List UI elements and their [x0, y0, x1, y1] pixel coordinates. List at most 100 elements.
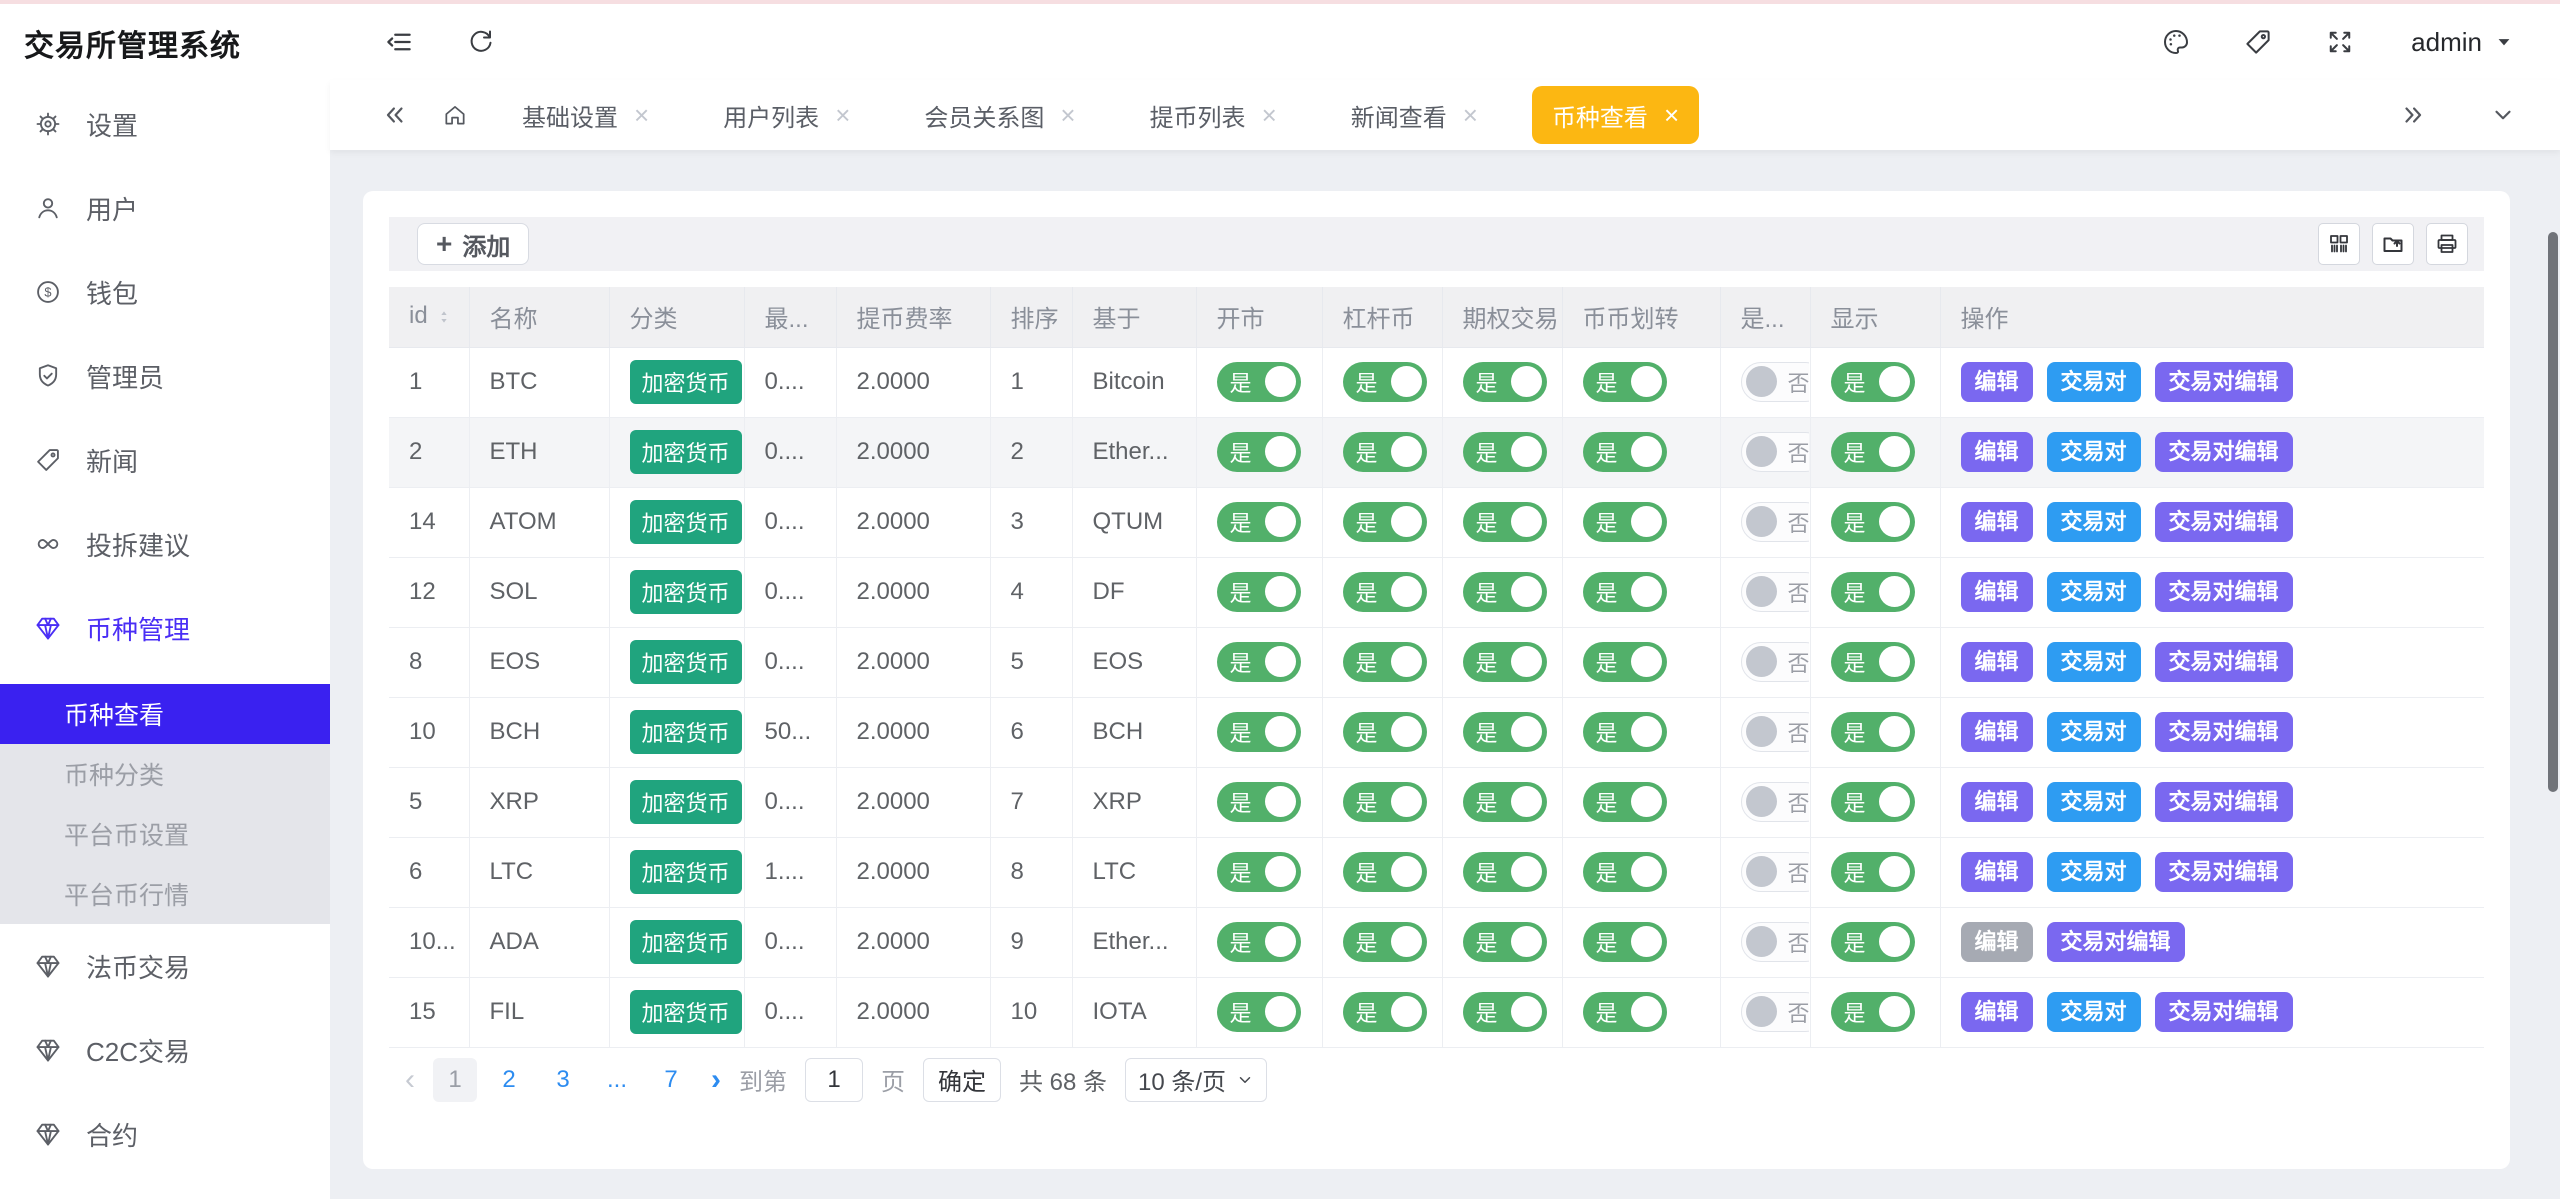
- tab-1[interactable]: 用户列表×: [703, 86, 870, 144]
- pair-button[interactable]: 交易对: [2047, 432, 2141, 472]
- open-toggle[interactable]: 是: [1217, 572, 1301, 612]
- edit-button[interactable]: 编辑: [1961, 572, 2033, 612]
- show-toggle[interactable]: 是: [1831, 712, 1915, 752]
- pair-edit-button[interactable]: 交易对编辑: [2155, 572, 2293, 612]
- sidebar-item-4[interactable]: 新闻: [0, 418, 330, 502]
- edit-button[interactable]: 编辑: [1961, 992, 2033, 1032]
- menu-fold-icon[interactable]: [384, 27, 414, 57]
- pair-button[interactable]: 交易对: [2047, 782, 2141, 822]
- is-toggle[interactable]: 否: [1741, 782, 1809, 822]
- transfer-toggle[interactable]: 是: [1583, 852, 1667, 892]
- is-toggle[interactable]: 否: [1741, 852, 1809, 892]
- open-toggle[interactable]: 是: [1217, 712, 1301, 752]
- transfer-toggle[interactable]: 是: [1583, 502, 1667, 542]
- lever-toggle[interactable]: 是: [1343, 362, 1427, 402]
- double-chevron-right-icon[interactable]: [2400, 102, 2426, 128]
- edit-button[interactable]: 编辑: [1961, 922, 2033, 962]
- open-toggle[interactable]: 是: [1217, 642, 1301, 682]
- sidebar-item-7[interactable]: 法币交易: [0, 924, 330, 1008]
- edit-button[interactable]: 编辑: [1961, 432, 2033, 472]
- sidebar-item-0[interactable]: 设置: [0, 82, 330, 166]
- option-toggle[interactable]: 是: [1463, 782, 1547, 822]
- open-toggle[interactable]: 是: [1217, 992, 1301, 1032]
- lever-toggle[interactable]: 是: [1343, 432, 1427, 472]
- is-toggle[interactable]: 否: [1741, 502, 1809, 542]
- option-toggle[interactable]: 是: [1463, 922, 1547, 962]
- tab-close-icon[interactable]: ×: [1664, 102, 1679, 128]
- pair-button[interactable]: 交易对: [2047, 852, 2141, 892]
- home-icon[interactable]: [442, 102, 468, 128]
- transfer-toggle[interactable]: 是: [1583, 642, 1667, 682]
- edit-button[interactable]: 编辑: [1961, 852, 2033, 892]
- sidebar-item-9[interactable]: 合约: [0, 1092, 330, 1176]
- tab-close-icon[interactable]: ×: [1060, 102, 1075, 128]
- page-number[interactable]: 2: [487, 1058, 531, 1102]
- prev-page-button[interactable]: ‹: [405, 1063, 415, 1097]
- page-number[interactable]: 7: [649, 1058, 693, 1102]
- show-toggle[interactable]: 是: [1831, 852, 1915, 892]
- lever-toggle[interactable]: 是: [1343, 852, 1427, 892]
- page-number-current[interactable]: 1: [433, 1058, 477, 1102]
- open-toggle[interactable]: 是: [1217, 852, 1301, 892]
- show-toggle[interactable]: 是: [1831, 502, 1915, 542]
- sidebar-subitem-0[interactable]: 币种查看: [0, 684, 330, 744]
- tab-3[interactable]: 提币列表×: [1130, 86, 1297, 144]
- column-header-id[interactable]: id: [389, 287, 469, 347]
- scrollbar-thumb[interactable]: [2548, 232, 2558, 792]
- sidebar-item-5[interactable]: 投拆建议: [0, 502, 330, 586]
- add-button[interactable]: + 添加: [417, 223, 529, 265]
- show-toggle[interactable]: 是: [1831, 922, 1915, 962]
- page-number[interactable]: 3: [541, 1058, 585, 1102]
- open-toggle[interactable]: 是: [1217, 432, 1301, 472]
- is-toggle[interactable]: 否: [1741, 432, 1809, 472]
- edit-button[interactable]: 编辑: [1961, 712, 2033, 752]
- palette-icon[interactable]: [2161, 27, 2191, 57]
- confirm-button[interactable]: 确定: [923, 1058, 1001, 1102]
- transfer-toggle[interactable]: 是: [1583, 432, 1667, 472]
- is-toggle[interactable]: 否: [1741, 992, 1809, 1032]
- transfer-toggle[interactable]: 是: [1583, 922, 1667, 962]
- lever-toggle[interactable]: 是: [1343, 642, 1427, 682]
- edit-button[interactable]: 编辑: [1961, 502, 2033, 542]
- show-toggle[interactable]: 是: [1831, 362, 1915, 402]
- tab-5-active[interactable]: 币种查看×: [1532, 86, 1699, 144]
- pair-edit-button[interactable]: 交易对编辑: [2155, 432, 2293, 472]
- show-toggle[interactable]: 是: [1831, 642, 1915, 682]
- show-toggle[interactable]: 是: [1831, 782, 1915, 822]
- sidebar-subitem-3[interactable]: 平台币行情: [0, 864, 330, 924]
- tag-icon[interactable]: [2243, 27, 2273, 57]
- edit-button[interactable]: 编辑: [1961, 642, 2033, 682]
- pair-button[interactable]: 交易对: [2047, 642, 2141, 682]
- option-toggle[interactable]: 是: [1463, 852, 1547, 892]
- transfer-toggle[interactable]: 是: [1583, 992, 1667, 1032]
- is-toggle[interactable]: 否: [1741, 362, 1809, 402]
- lever-toggle[interactable]: 是: [1343, 782, 1427, 822]
- open-toggle[interactable]: 是: [1217, 922, 1301, 962]
- tab-close-icon[interactable]: ×: [1262, 102, 1277, 128]
- pair-edit-button[interactable]: 交易对编辑: [2047, 922, 2185, 962]
- is-toggle[interactable]: 否: [1741, 572, 1809, 612]
- sidebar-subitem-2[interactable]: 平台币设置: [0, 804, 330, 864]
- show-toggle[interactable]: 是: [1831, 992, 1915, 1032]
- pair-edit-button[interactable]: 交易对编辑: [2155, 362, 2293, 402]
- pair-edit-button[interactable]: 交易对编辑: [2155, 992, 2293, 1032]
- sort-icon[interactable]: [436, 304, 452, 332]
- tab-0[interactable]: 基础设置×: [502, 86, 669, 144]
- option-toggle[interactable]: 是: [1463, 362, 1547, 402]
- show-toggle[interactable]: 是: [1831, 432, 1915, 472]
- export-icon-button[interactable]: [2372, 223, 2414, 265]
- pair-edit-button[interactable]: 交易对编辑: [2155, 852, 2293, 892]
- lever-toggle[interactable]: 是: [1343, 502, 1427, 542]
- option-toggle[interactable]: 是: [1463, 502, 1547, 542]
- option-toggle[interactable]: 是: [1463, 712, 1547, 752]
- pair-edit-button[interactable]: 交易对编辑: [2155, 782, 2293, 822]
- show-toggle[interactable]: 是: [1831, 572, 1915, 612]
- sidebar-item-2[interactable]: $钱包: [0, 250, 330, 334]
- is-toggle[interactable]: 否: [1741, 642, 1809, 682]
- open-toggle[interactable]: 是: [1217, 782, 1301, 822]
- edit-button[interactable]: 编辑: [1961, 782, 2033, 822]
- pair-button[interactable]: 交易对: [2047, 362, 2141, 402]
- transfer-toggle[interactable]: 是: [1583, 782, 1667, 822]
- edit-button[interactable]: 编辑: [1961, 362, 2033, 402]
- tab-close-icon[interactable]: ×: [634, 102, 649, 128]
